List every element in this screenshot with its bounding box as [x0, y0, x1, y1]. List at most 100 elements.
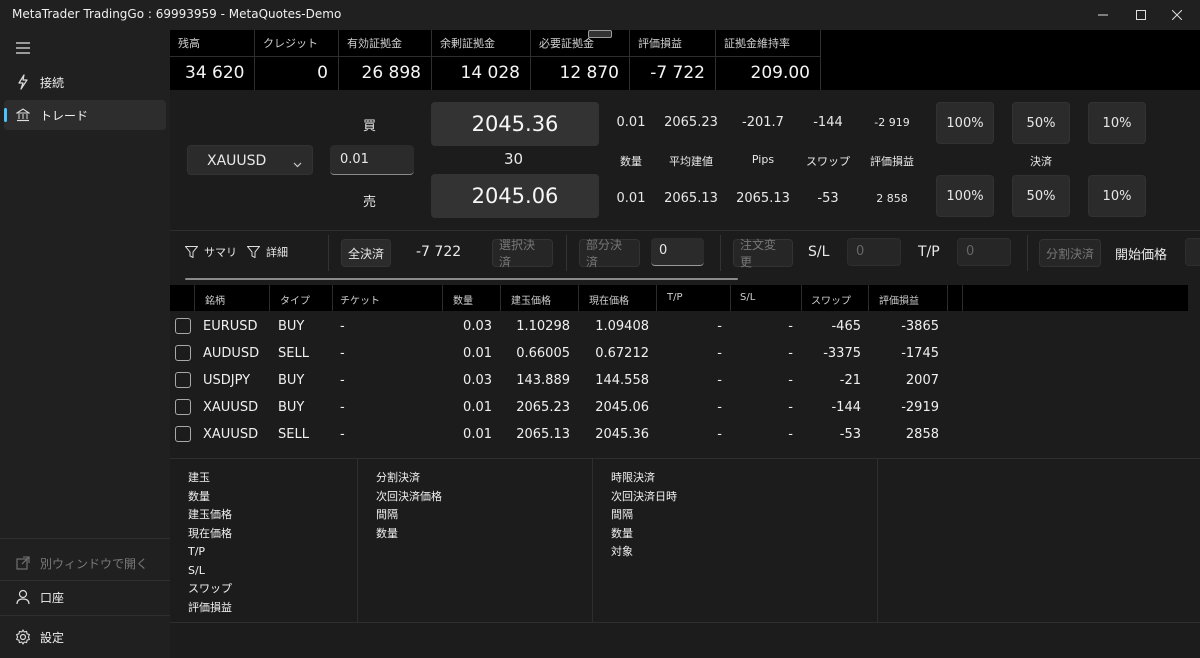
row-checkbox[interactable] — [175, 399, 191, 415]
row-checkbox[interactable] — [175, 372, 191, 388]
partial-close-input[interactable]: 0 — [651, 238, 704, 266]
maximize-icon — [1136, 10, 1146, 20]
account-profit: 評価損益 -7 722 — [630, 30, 716, 90]
sell-close-50-button[interactable]: 50% — [1012, 175, 1070, 217]
detail-filter-button[interactable]: 詳細 — [247, 244, 288, 260]
row-checkbox[interactable] — [175, 426, 191, 442]
sidebar-item-trade[interactable]: トレード — [4, 100, 166, 130]
chevron-down-icon — [293, 154, 302, 173]
account-balance: 残高 34 620 — [170, 30, 255, 90]
sidebar-divider — [0, 580, 170, 581]
sl-input[interactable]: 0 — [847, 238, 901, 266]
row-checkbox[interactable] — [175, 345, 191, 361]
filter-icon — [247, 246, 260, 258]
summary-filter-button[interactable]: サマリ — [185, 244, 237, 260]
sell-label: 売 — [363, 195, 377, 210]
sl-label: S/L — [808, 244, 830, 260]
split-close-info-column: 分割決済 次回決済価格 間隔 数量 — [376, 471, 442, 540]
account-margin: 必要証拠金 12 870 — [531, 30, 630, 90]
buy-pnl: -2 919 — [874, 116, 910, 129]
bank-icon — [14, 106, 32, 124]
sell-close-100-button[interactable]: 100% — [936, 175, 994, 217]
column-header[interactable]: 銘柄 — [205, 292, 225, 307]
account-free-margin: 余剰証拠金 14 028 — [432, 30, 531, 90]
spread-value: 30 — [504, 150, 524, 168]
close-icon — [1172, 10, 1182, 20]
buy-label: 買 — [363, 119, 377, 134]
plug-icon — [14, 73, 32, 91]
menu-icon — [14, 39, 32, 57]
column-header[interactable]: S/L — [740, 292, 755, 303]
title-bar: MetaTrader TradingGo : 69993959 - MetaQu… — [0, 0, 1200, 30]
open-price-input[interactable] — [1185, 238, 1200, 266]
sidebar-divider — [0, 615, 170, 616]
partial-close-button[interactable]: 部分決済 — [579, 238, 640, 269]
header-swap: スワップ — [806, 155, 850, 168]
sidebar-item-settings[interactable]: 設定 — [4, 622, 166, 652]
column-header[interactable]: チケット — [340, 292, 380, 307]
sidebar-item-open-window[interactable]: 別ウィンドウで開く — [4, 548, 166, 578]
sell-pips: 2065.13 — [736, 191, 790, 206]
sidebar-item-connect[interactable]: 接続 — [4, 67, 166, 97]
split-close-button[interactable]: 分割決済 — [1039, 239, 1101, 267]
sidebar-item-label: 口座 — [40, 590, 65, 605]
position-info-column: 建玉 数量 建玉価格 現在価格 T/P S/L スワップ 評価損益 — [188, 471, 232, 614]
sell-price-button[interactable]: 2045.06 — [431, 174, 599, 218]
account-equity: 有効証拠金 26 898 — [339, 30, 432, 90]
column-header[interactable]: 現在価格 — [589, 292, 629, 307]
column-header[interactable]: T/P — [667, 292, 683, 303]
column-header[interactable]: 建玉価格 — [511, 292, 551, 307]
sidebar-item-label: 設定 — [40, 630, 65, 645]
column-header[interactable]: タイプ — [280, 292, 310, 307]
trade-panel: XAUUSD 0.01 買 売 2045.36 30 2045.06 0.01 … — [170, 90, 1200, 230]
main-panel: 残高 34 620 クレジット 0 有効証拠金 26 898 余剰証拠金 14 … — [170, 30, 1200, 658]
tp-input[interactable]: 0 — [957, 238, 1011, 266]
buy-close-100-button[interactable]: 100% — [936, 102, 994, 144]
table-row[interactable]: EURUSD BUY - 0.03 1.10298 1.09408 - - -4… — [170, 313, 1200, 340]
sell-close-10-button[interactable]: 10% — [1088, 175, 1146, 217]
table-row[interactable]: USDJPY BUY - 0.03 143.889 144.558 - - -2… — [170, 367, 1200, 394]
column-header[interactable]: 数量 — [453, 292, 473, 307]
close-selected-button[interactable]: 選択決済 — [492, 238, 553, 269]
modify-order-button[interactable]: 注文変更 — [733, 238, 793, 269]
buy-swap: -144 — [813, 115, 843, 130]
sidebar-item-account[interactable]: 口座 — [4, 582, 166, 612]
sidebar-item-label: 別ウィンドウで開く — [40, 556, 149, 571]
buy-close-50-button[interactable]: 50% — [1012, 102, 1070, 144]
buy-avg-price: 2065.23 — [664, 115, 718, 130]
open-price-label: 開始価格 — [1115, 248, 1168, 263]
header-close: 決済 — [1030, 155, 1052, 168]
positions-table: 銘柄 タイプ チケット 数量 建玉価格 現在価格 T/P S/L スワップ 評価… — [170, 285, 1200, 457]
buy-price-button[interactable]: 2045.36 — [431, 102, 599, 146]
table-header: 銘柄 タイプ チケット 数量 建玉価格 現在価格 T/P S/L スワップ 評価… — [170, 285, 1188, 311]
position-details: 建玉 数量 建玉価格 現在価格 T/P S/L スワップ 評価損益 分割決済 次… — [170, 458, 1200, 623]
column-header[interactable]: スワップ — [811, 292, 851, 307]
tp-label: T/P — [918, 244, 940, 260]
timed-close-info-column: 時限決済 次回決済日時 間隔 数量 対象 — [611, 471, 677, 558]
sell-swap: -53 — [817, 191, 839, 206]
minimize-icon — [1098, 14, 1108, 16]
filter-icon — [185, 246, 198, 258]
symbol-select[interactable]: XAUUSD — [187, 145, 313, 175]
table-row[interactable]: XAUUSD SELL - 0.01 2065.13 2045.36 - - -… — [170, 421, 1200, 448]
sell-avg-price: 2065.13 — [664, 191, 718, 206]
column-header[interactable]: 評価損益 — [879, 292, 919, 307]
close-all-button[interactable]: 全決済 — [341, 239, 391, 267]
close-window-button[interactable] — [1154, 0, 1200, 30]
menu-toggle-button[interactable] — [4, 33, 44, 63]
table-row[interactable]: AUDUSD SELL - 0.01 0.66005 0.67212 - - -… — [170, 340, 1200, 367]
positions-toolbar: サマリ 詳細 全決済 -7 722 選択決済 部分決済 0 注文変更 S/L 0… — [170, 230, 1200, 274]
header-pnl: 評価損益 — [870, 155, 914, 168]
window-title: MetaTrader TradingGo : 69993959 - MetaQu… — [12, 7, 342, 21]
sidebar: 接続 トレード 別ウィンドウで開く 口座 設定 — [0, 30, 170, 658]
horizontal-scrollbar[interactable] — [185, 278, 738, 280]
sidebar-divider — [0, 538, 170, 539]
sell-pnl: 2 858 — [876, 192, 908, 205]
row-checkbox[interactable] — [175, 318, 191, 334]
header-avg-price: 平均建値 — [669, 155, 713, 168]
volume-input[interactable]: 0.01 — [330, 145, 414, 175]
buy-close-10-button[interactable]: 10% — [1088, 102, 1146, 144]
header-pips: Pips — [751, 153, 775, 166]
table-row[interactable]: XAUUSD BUY - 0.01 2065.23 2045.06 - - -1… — [170, 394, 1200, 421]
account-credit: クレジット 0 — [255, 30, 339, 90]
